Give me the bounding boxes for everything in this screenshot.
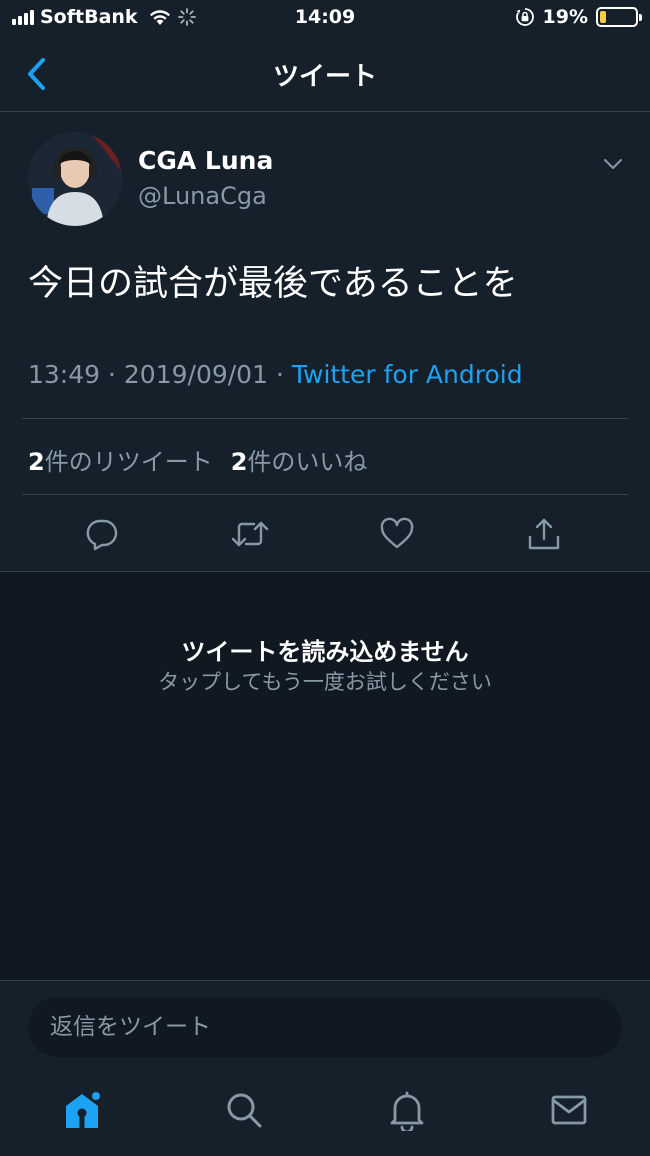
- like-count: 2: [230, 448, 248, 476]
- meta-separator-2: ·: [275, 360, 284, 389]
- tab-messages[interactable]: [545, 1086, 593, 1134]
- share-button[interactable]: [522, 512, 566, 556]
- rotation-lock-icon: [515, 8, 534, 26]
- nav-header: ツイート: [0, 36, 650, 112]
- chevron-down-icon: [604, 159, 622, 169]
- tweet-meta: 13:49 · 2019/09/01 · Twitter for Android: [28, 360, 523, 389]
- reply-icon: [86, 519, 118, 551]
- tweet-actions: [0, 512, 650, 556]
- reply-bar: [0, 980, 650, 1066]
- tweet-detail: CGA Luna @LunaCga 今日の試合が最後であることを 13:49 ·…: [0, 112, 650, 572]
- display-name[interactable]: CGA Luna: [138, 146, 273, 175]
- divider: [22, 418, 628, 419]
- tweet-stats: 2件のリツイート 2件のいいね: [28, 442, 367, 477]
- divider: [22, 494, 628, 495]
- home-icon: [66, 1090, 102, 1128]
- battery-percent: 19%: [542, 6, 588, 28]
- tweet-source-link[interactable]: Twitter for Android: [292, 360, 523, 389]
- tweet-options-button[interactable]: [596, 150, 630, 178]
- retweet-icon: [231, 521, 269, 547]
- like-stat[interactable]: 2件のいいね: [231, 448, 368, 476]
- bell-icon: [390, 1091, 424, 1131]
- tweet-time: 13:49: [28, 360, 101, 389]
- mail-icon: [551, 1095, 587, 1125]
- load-error-panel[interactable]: ツイートを読み込めません タップしてもう一度お試しください: [0, 572, 650, 980]
- status-right: 19%: [515, 6, 642, 28]
- chevron-left-icon: [28, 58, 45, 90]
- tweet-detail-screen: SoftBank 14:09 19% ツイート CGA Luna @LunaCg…: [0, 0, 650, 1156]
- error-title: ツイートを読み込めません: [181, 638, 469, 666]
- like-button[interactable]: [375, 512, 419, 556]
- heart-icon: [380, 517, 414, 549]
- tab-bar: [0, 1066, 650, 1156]
- battery-icon: [596, 7, 642, 27]
- battery-level: [600, 11, 606, 23]
- battery-cap: [639, 14, 642, 21]
- reply-button[interactable]: [80, 512, 124, 556]
- retweet-stat[interactable]: 2件のリツイート: [28, 448, 213, 476]
- search-icon: [227, 1093, 262, 1128]
- retweet-label: 件のリツイート: [44, 448, 213, 476]
- share-icon: [528, 518, 560, 550]
- tweet-date: 2019/09/01: [123, 360, 268, 389]
- user-handle[interactable]: @LunaCga: [138, 182, 267, 210]
- avatar[interactable]: [28, 132, 122, 226]
- retweet-button[interactable]: [228, 512, 272, 556]
- tab-home[interactable]: [58, 1086, 106, 1134]
- error-subtitle: タップしてもう一度お試しください: [158, 670, 492, 694]
- like-label: 件のいいね: [247, 448, 368, 476]
- tab-notifications[interactable]: [383, 1086, 431, 1134]
- avatar-photo: [28, 132, 122, 226]
- meta-separator: ·: [108, 360, 116, 389]
- tab-search[interactable]: [220, 1086, 268, 1134]
- retweet-count: 2: [28, 448, 45, 476]
- reply-input[interactable]: [28, 997, 622, 1057]
- status-bar: SoftBank 14:09 19%: [0, 0, 650, 36]
- tweet-text: 今日の試合が最後であることを: [28, 264, 518, 304]
- back-button[interactable]: [16, 52, 56, 96]
- page-title: ツイート: [272, 62, 377, 92]
